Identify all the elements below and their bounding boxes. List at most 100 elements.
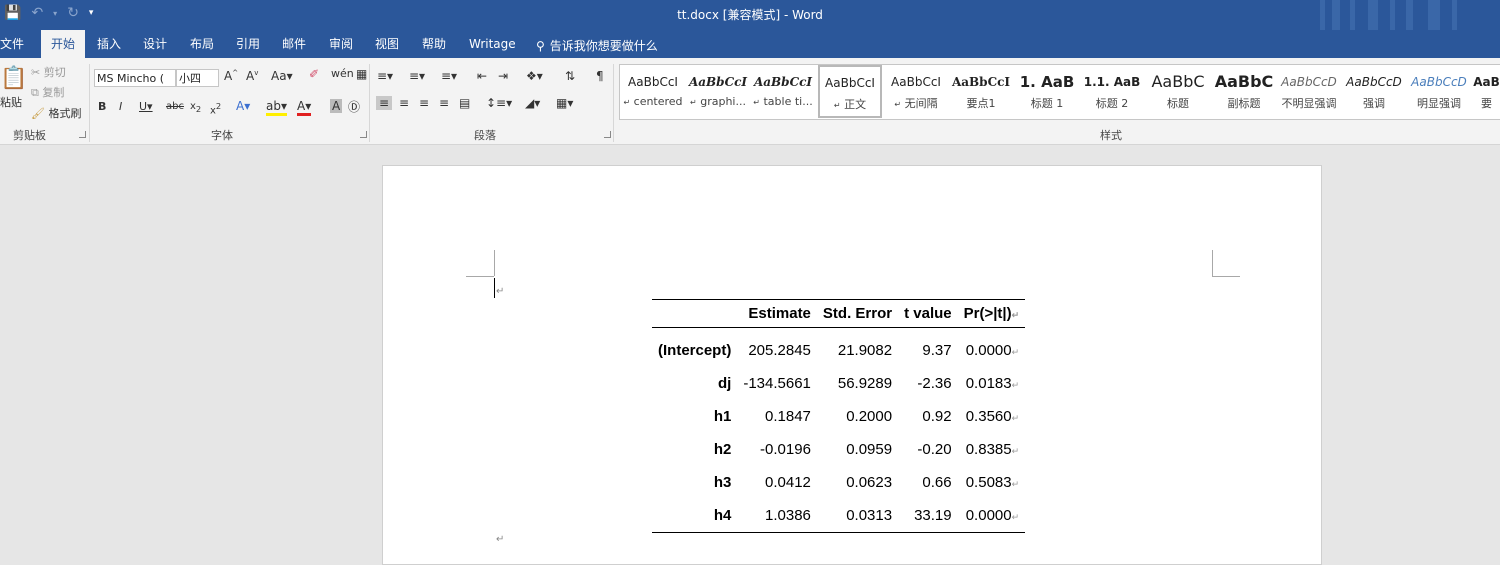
text-effects-icon[interactable]: A▾	[236, 99, 250, 113]
table-cell: -0.0196	[760, 441, 811, 458]
table-row: h4 1.0386 0.0313 33.19 0.0000↵	[652, 499, 1026, 533]
row-label: h1	[713, 408, 732, 425]
clipboard-group-label: 剪贴板	[13, 129, 46, 142]
align-left-icon[interactable]: ≡	[376, 96, 393, 110]
grow-font-icon[interactable]: A^	[224, 69, 238, 83]
cell-mark-icon: ↵	[1011, 413, 1020, 423]
phonetic-guide-icon[interactable]: wén	[331, 67, 354, 80]
style-subtitle[interactable]: AaBbC 副标题	[1212, 66, 1276, 116]
superscript-icon[interactable]: x2	[210, 101, 221, 116]
borders-icon[interactable]: ▦▾	[556, 96, 573, 110]
cell-mark-icon: ↵	[1011, 347, 1020, 357]
style-normal[interactable]: AaBbCcI ↵ 正文	[818, 65, 882, 118]
cut-button[interactable]: ✂ 剪切	[31, 64, 66, 80]
font-launcher-icon[interactable]	[360, 131, 367, 138]
style-no-spacing[interactable]: AaBbCcI ↵ 无间隔	[884, 66, 948, 116]
paste-icon[interactable]: 📋	[0, 66, 27, 91]
paragraph-mark-icon: ↵	[623, 98, 631, 107]
table-cell: 205.2845	[748, 342, 811, 359]
enclose-characters-icon[interactable]: Ⓓ	[348, 98, 360, 115]
shading-icon[interactable]: ◢▾	[525, 96, 540, 110]
style-heading1[interactable]: 1. AaB 标题 1	[1015, 66, 1079, 116]
style-title[interactable]: AaBbC 标题	[1146, 66, 1210, 116]
tab-review[interactable]: 审阅	[319, 30, 363, 58]
clipboard-launcher-icon[interactable]	[79, 131, 86, 138]
highlight-icon[interactable]: ab▾	[266, 99, 287, 116]
crop-mark	[494, 250, 495, 276]
table-row: h3 0.0412 0.0623 0.66 0.5083↵	[652, 466, 1025, 499]
paragraph-launcher-icon[interactable]	[604, 131, 611, 138]
copy-button[interactable]: ⧉ 复制	[31, 84, 64, 100]
copy-icon: ⧉	[31, 86, 39, 99]
regression-table[interactable]: Estimate Std. Error t value Pr(>|t|)↵ (I…	[652, 299, 1026, 533]
multilevel-list-icon[interactable]: ≡▾	[441, 69, 457, 83]
table-cell: 0.2000	[846, 408, 893, 425]
table-cell: -0.20	[917, 441, 952, 458]
tab-insert[interactable]: 插入	[87, 30, 131, 58]
crop-mark	[466, 276, 494, 277]
search-icon: ⚲	[536, 38, 545, 53]
style-point1[interactable]: AaBbCcI 要点1	[949, 66, 1013, 116]
style-heading2[interactable]: 1.1. AaB 标题 2	[1080, 66, 1144, 116]
document-page[interactable]: ↵ ↵ Estimate Std. Error t value Pr(>|t|)…	[382, 165, 1322, 565]
shrink-font-icon[interactable]: Av	[246, 69, 258, 83]
strikethrough-icon[interactable]: abc	[166, 101, 184, 112]
show-marks-icon[interactable]: ¶	[596, 69, 604, 83]
table-cell: -2.36	[917, 375, 952, 392]
style-intense-emphasis[interactable]: AaBbCcD 明显强调	[1407, 66, 1471, 116]
character-shading-icon[interactable]: A	[330, 99, 343, 113]
justify-icon[interactable]: ≡	[439, 96, 449, 110]
change-case-icon[interactable]: Aa▾	[271, 69, 293, 83]
decrease-indent-icon[interactable]: ⇤	[477, 69, 487, 83]
tell-me-box[interactable]: ⚲ 告诉我你想要做什么	[536, 37, 658, 54]
italic-icon[interactable]: I	[119, 100, 122, 113]
tab-help[interactable]: 帮助	[412, 30, 456, 58]
line-spacing-icon[interactable]: ↕≡▾	[486, 96, 512, 110]
character-border-icon[interactable]: ▦	[356, 67, 367, 81]
paragraph-mark-icon: ↵	[496, 534, 505, 545]
font-color-icon[interactable]: A▾	[297, 99, 312, 116]
paragraph-mark-icon: ↵	[833, 101, 841, 110]
table-header-cell	[652, 299, 738, 328]
tab-file[interactable]: 文件	[0, 30, 34, 58]
tab-view[interactable]: 视图	[365, 30, 409, 58]
tab-home[interactable]: 开始	[41, 30, 86, 58]
tab-layout[interactable]: 布局	[180, 30, 224, 58]
style-centered[interactable]: AaBbCcI ↵ centered	[621, 66, 685, 116]
align-center-icon[interactable]: ≡	[399, 96, 409, 110]
table-cell: 0.0000↵	[957, 499, 1026, 533]
numbering-icon[interactable]: ≡▾	[409, 69, 425, 83]
style-strong[interactable]: AaB 要	[1472, 66, 1500, 116]
style-emphasis[interactable]: AaBbCcD 强调	[1342, 66, 1406, 116]
tab-mailings[interactable]: 邮件	[272, 30, 316, 58]
distributed-icon[interactable]: ▤	[459, 96, 470, 110]
paste-button[interactable]: 粘贴	[0, 94, 22, 110]
style-subtle-emphasis[interactable]: AaBbCcD 不明显强调	[1277, 66, 1341, 116]
increase-indent-icon[interactable]: ⇥	[498, 69, 508, 83]
align-right-icon[interactable]: ≡	[419, 96, 429, 110]
style-graphic[interactable]: AaBbCcI ↵ graphi...	[686, 66, 750, 116]
format-painter-button[interactable]: 🖌 格式刷	[31, 105, 81, 121]
group-divider	[369, 64, 370, 142]
underline-icon[interactable]: U▾	[139, 100, 153, 113]
font-name-select[interactable]: MS Mincho (	[94, 69, 176, 87]
tab-design[interactable]: 设计	[133, 30, 177, 58]
paragraph-mark-icon: ↵	[496, 286, 505, 297]
tell-me-text: 告诉我你想要做什么	[549, 39, 658, 53]
row-label: dj	[718, 375, 732, 392]
table-cell: 0.1847	[765, 408, 811, 425]
font-size-select[interactable]: 小四	[176, 69, 219, 87]
clear-formatting-icon[interactable]: ✐	[309, 67, 319, 81]
bold-icon[interactable]: B	[98, 100, 106, 113]
style-table-title[interactable]: AaBbCcI ↵ table ti...	[751, 66, 815, 116]
sort-icon[interactable]: ⇅	[565, 69, 575, 83]
tab-writage[interactable]: Writage	[459, 30, 526, 58]
asian-layout-icon[interactable]: ❖▾	[526, 69, 543, 83]
subscript-icon[interactable]: x2	[190, 101, 201, 114]
tab-references[interactable]: 引用	[226, 30, 270, 58]
cell-mark-icon: ↵	[1011, 479, 1020, 489]
table-cell: 0.0183↵	[965, 375, 1020, 392]
bullets-icon[interactable]: ≡▾	[377, 69, 393, 83]
table-cell: 0.0000↵	[965, 342, 1020, 359]
paragraph-group-label: 段落	[474, 129, 496, 142]
